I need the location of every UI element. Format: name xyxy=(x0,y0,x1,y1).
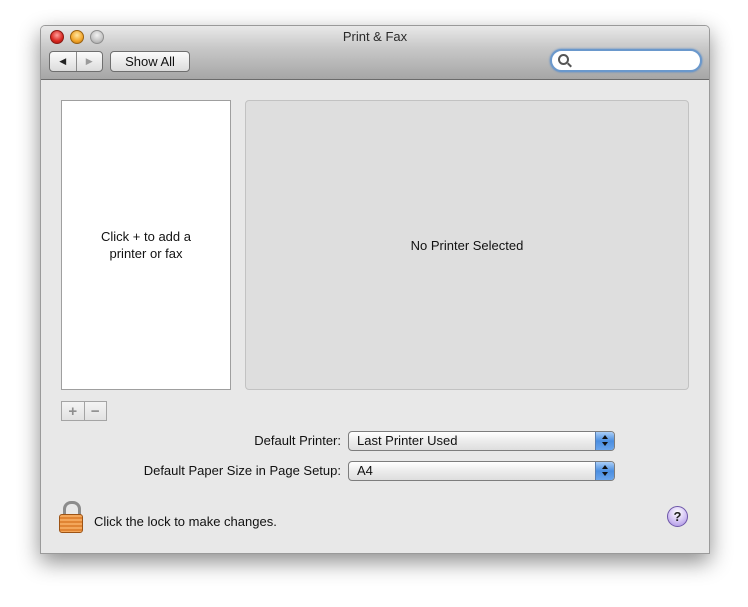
help-icon: ? xyxy=(673,509,682,524)
help-button[interactable]: ? xyxy=(667,506,688,527)
print-fax-window: Print & Fax ◀ ▶ Show All Click + to add … xyxy=(40,25,710,554)
printer-list-empty-message: Click + to add a printer or fax xyxy=(101,229,191,261)
plus-icon: + xyxy=(68,402,78,420)
lock-body xyxy=(59,514,83,533)
add-printer-button[interactable]: + xyxy=(62,402,85,420)
default-printer-value: Last Printer Used xyxy=(357,433,458,448)
navigation-segmented-control: ◀ ▶ xyxy=(49,51,103,72)
default-paper-size-popup[interactable]: A4 xyxy=(348,461,615,481)
default-printer-label: Default Printer: xyxy=(254,433,341,448)
no-printer-selected-text: No Printer Selected xyxy=(410,237,524,253)
window-title: Print & Fax xyxy=(342,29,408,44)
default-printer-popup[interactable]: Last Printer Used xyxy=(348,431,615,451)
lock-button[interactable] xyxy=(59,501,83,533)
back-arrow-icon: ◀ xyxy=(59,56,67,66)
lock-message: Click the lock to make changes. xyxy=(94,514,277,529)
search-field[interactable] xyxy=(550,49,702,72)
add-remove-control: + − xyxy=(61,401,107,421)
back-button[interactable]: ◀ xyxy=(50,52,77,71)
show-all-button[interactable]: Show All xyxy=(110,51,190,72)
search-icon xyxy=(558,54,569,65)
popup-arrows-icon xyxy=(595,432,614,450)
printer-details-panel: No Printer Selected xyxy=(245,100,689,390)
title-bar: Print & Fax ◀ ▶ Show All xyxy=(41,26,709,80)
printer-list[interactable]: Click + to add a printer or fax xyxy=(61,100,231,390)
forward-arrow-icon: ▶ xyxy=(85,56,93,66)
minus-icon: − xyxy=(90,402,100,420)
forward-button[interactable]: ▶ xyxy=(77,52,103,71)
default-paper-size-value: A4 xyxy=(357,463,373,478)
popup-arrows-icon xyxy=(595,462,614,480)
default-paper-size-label: Default Paper Size in Page Setup: xyxy=(143,463,341,478)
remove-printer-button[interactable]: − xyxy=(85,402,107,420)
search-input[interactable] xyxy=(572,52,696,69)
